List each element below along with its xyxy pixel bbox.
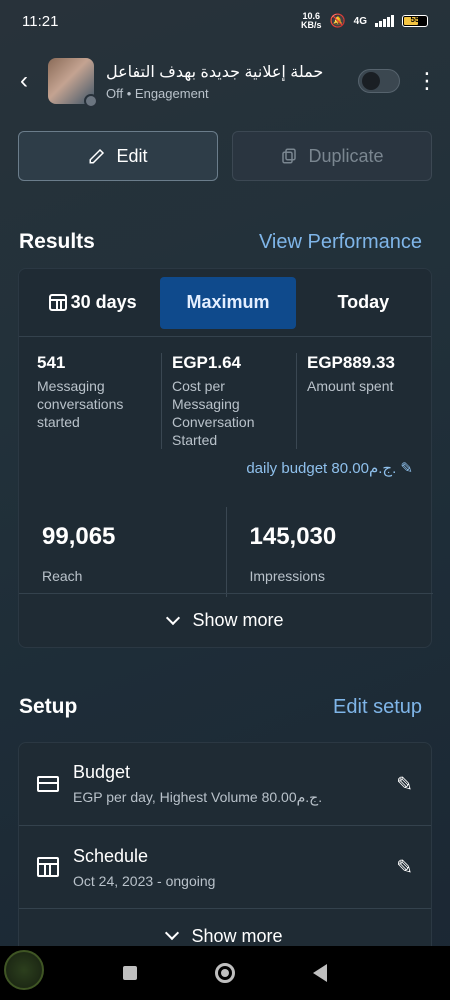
- edit-budget-pencil-icon[interactable]: ✎: [396, 772, 413, 797]
- view-performance-link[interactable]: View Performance: [259, 231, 422, 254]
- metric-amount-spent: EGP889.33 Amount spent: [296, 353, 431, 449]
- mute-icon: 🔕: [329, 13, 346, 28]
- system-nav-bar: [0, 946, 450, 1000]
- battery-icon: 55: [402, 15, 428, 27]
- network-speed: 10.6 KB/s: [300, 11, 322, 30]
- more-options-icon[interactable]: ⋮: [416, 70, 438, 92]
- metric-cost-per-conversation: EGP1.64 Cost per Messaging Conversation …: [161, 353, 296, 449]
- edit-schedule-pencil-icon[interactable]: ✎: [396, 855, 413, 880]
- metric-messaging-conversations: 541 Messaging conversations started: [37, 353, 124, 430]
- calendar-icon: [37, 857, 59, 877]
- date-range-tabs: 30 days Maximum Today: [19, 269, 431, 337]
- calendar-icon: [48, 294, 67, 311]
- home-icon[interactable]: [215, 963, 235, 983]
- status-indicator: [84, 94, 98, 108]
- chevron-down-icon: [166, 610, 181, 625]
- duplicate-button[interactable]: Duplicate: [232, 131, 432, 181]
- tab-maximum[interactable]: Maximum: [160, 276, 296, 329]
- signal-icon: [375, 15, 394, 27]
- pencil-icon: ✎: [400, 460, 413, 477]
- campaign-status: Off: [106, 85, 124, 101]
- campaign-title: حملة إعلانية جديدة بهدف التفاعل: [106, 63, 324, 81]
- daily-budget-link[interactable]: daily budget 80.00ج.م. ✎: [246, 459, 413, 477]
- pencil-icon: [89, 148, 105, 164]
- campaign-subtitle: Off • Engagement: [106, 85, 209, 101]
- campaign-header: ‹ حملة إعلانية جديدة بهدف التفاعل Off • …: [0, 50, 450, 112]
- reach-impressions-row: 99,065 Reach 145,030 Impressions: [19, 507, 433, 597]
- setup-card: Budget EGP per day, Highest Volume 80.00…: [18, 742, 432, 962]
- watermark-logo: [4, 950, 44, 990]
- results-card: 30 days Maximum Today 541 Messaging conv…: [18, 268, 433, 648]
- results-show-more-button[interactable]: Show more: [19, 593, 433, 647]
- metric-impressions: 145,030 Impressions: [225, 507, 434, 597]
- campaign-thumbnail: [48, 58, 98, 108]
- metrics-row: 541 Messaging conversations started EGP1…: [19, 337, 431, 449]
- back-arrow-icon[interactable]: ‹: [0, 67, 48, 95]
- edit-setup-link[interactable]: Edit setup: [333, 696, 422, 719]
- setup-item-schedule[interactable]: Schedule Oct 24, 2023 - ongoing ✎: [19, 826, 431, 909]
- tab-today[interactable]: Today: [296, 277, 431, 329]
- chevron-down-icon: [165, 925, 180, 941]
- setup-item-budget[interactable]: Budget EGP per day, Highest Volume 80.00…: [19, 743, 431, 826]
- action-buttons: Edit Duplicate: [18, 131, 432, 181]
- network-type: 4G: [353, 15, 367, 27]
- tab-30-days[interactable]: 30 days: [25, 277, 160, 329]
- credit-card-icon: [37, 776, 59, 792]
- status-bar: 11:21 10.6 KB/s 🔕 4G 55: [0, 0, 450, 42]
- back-icon[interactable]: [313, 964, 327, 982]
- clock: 11:21: [22, 12, 59, 30]
- edit-button[interactable]: Edit: [18, 131, 218, 181]
- metric-reach: 99,065 Reach: [42, 523, 116, 584]
- campaign-toggle[interactable]: [358, 69, 400, 93]
- results-title: Results: [19, 230, 95, 253]
- setup-title: Setup: [19, 695, 78, 718]
- copy-icon: [282, 148, 297, 164]
- campaign-objective: Engagement: [134, 85, 209, 101]
- recents-icon[interactable]: [123, 966, 137, 980]
